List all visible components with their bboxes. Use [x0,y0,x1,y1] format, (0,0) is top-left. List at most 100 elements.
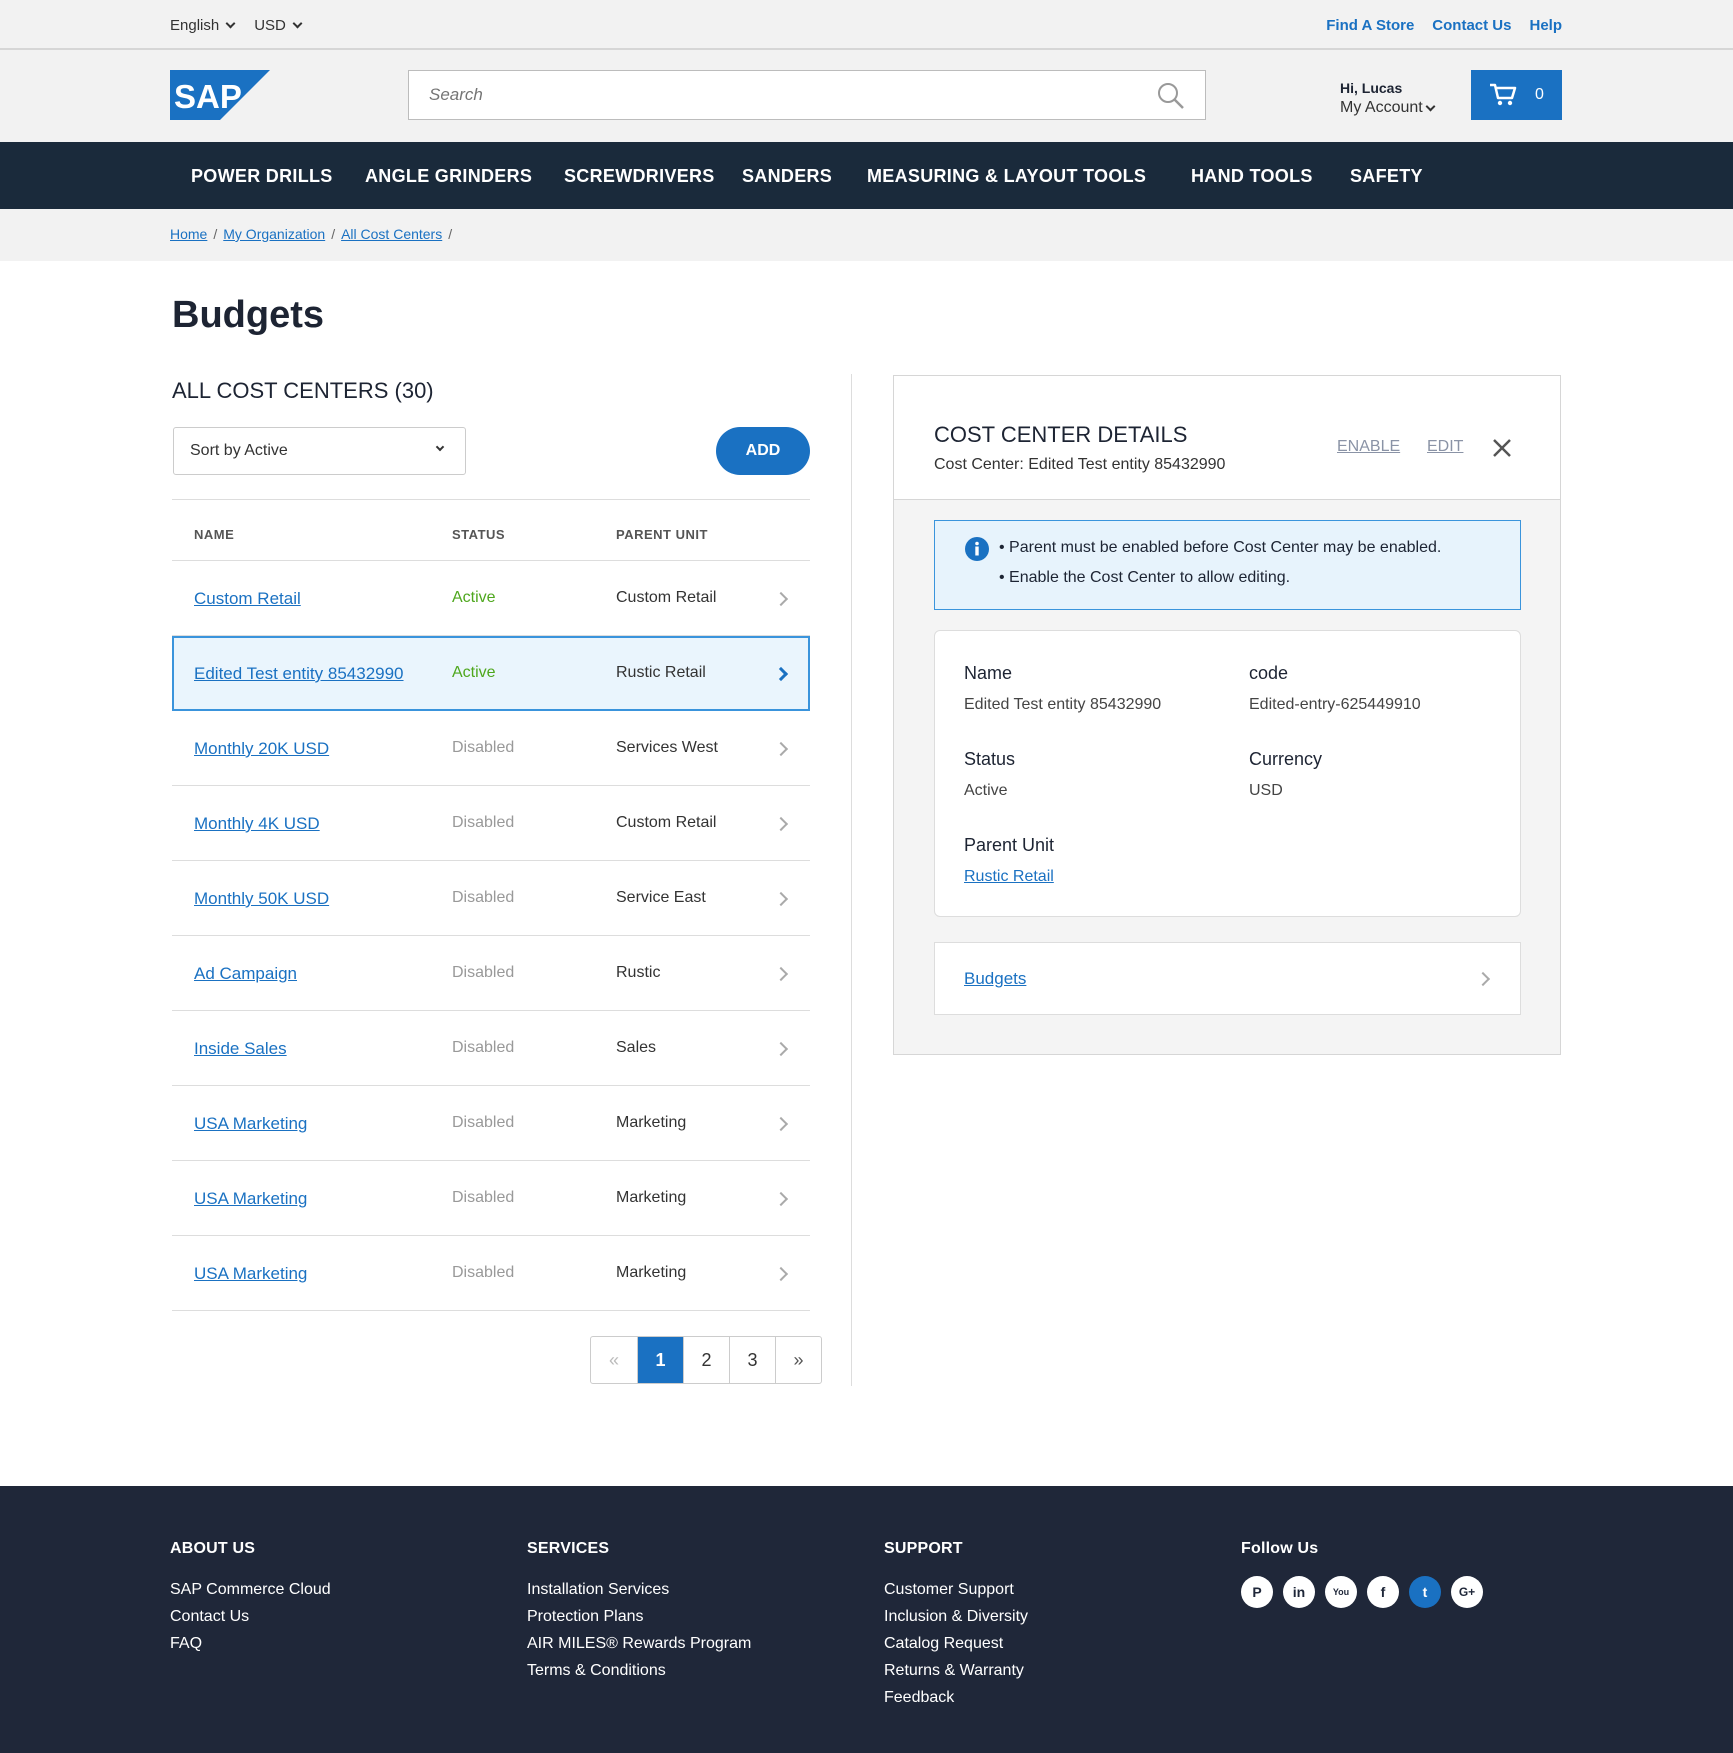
chevron-right-icon[interactable] [773,891,789,907]
footer-link[interactable]: Catalog Request [884,1630,1028,1657]
close-icon[interactable] [1490,436,1514,460]
row-parent-unit: Custom Retail [616,589,717,606]
nav-sanders[interactable]: SANDERS [742,166,832,187]
table-row[interactable]: Monthly 20K USD Disabled Services West [172,711,810,786]
row-name-link[interactable]: Monthly 4K USD [194,814,320,834]
column-header-parent-unit[interactable]: PARENT UNIT [616,527,708,542]
footer-link[interactable]: AIR MILES® Rewards Program [527,1630,751,1657]
twitter-icon[interactable]: t [1409,1576,1441,1608]
row-name-link[interactable]: Monthly 20K USD [194,739,329,759]
cart-icon [1490,83,1517,106]
google-plus-icon[interactable]: G+ [1451,1576,1483,1608]
chevron-right-icon[interactable] [773,1116,789,1132]
footer-link[interactable]: Inclusion & Diversity [884,1603,1028,1630]
row-status: Disabled [452,964,515,981]
table-row[interactable]: Monthly 50K USD Disabled Service East [172,861,810,936]
table-row[interactable]: Ad Campaign Disabled Rustic [172,936,810,1011]
chevron-right-icon[interactable] [773,1191,789,1207]
footer-link[interactable]: Terms & Conditions [527,1657,751,1684]
row-status: Disabled [452,889,515,906]
budgets-link[interactable]: Budgets [964,969,1026,989]
linkedin-icon[interactable]: in [1283,1576,1315,1608]
table-row[interactable]: Inside Sales Disabled Sales [172,1011,810,1086]
cost-center-details-panel: COST CENTER DETAILS Cost Center: Edited … [893,375,1561,1055]
footer-follow: Follow Us P in You f t G+ [1241,1540,1483,1608]
nav-power-drills[interactable]: POWER DRILLS [191,166,333,187]
column-header-name[interactable]: NAME [194,527,234,542]
row-name-link[interactable]: Edited Test entity 85432990 [194,664,404,684]
breadcrumb-my-organization[interactable]: My Organization [223,226,325,242]
cart-button[interactable]: 0 [1471,70,1562,120]
footer-support-title: SUPPORT [884,1540,963,1557]
pagination-prev[interactable]: « [591,1337,637,1383]
parent-unit-link[interactable]: Rustic Retail [964,868,1054,886]
table-row[interactable]: Custom Retail Active Custom Retail [172,561,810,636]
contact-us-link[interactable]: Contact Us [1432,17,1511,34]
footer-link[interactable]: Returns & Warranty [884,1657,1028,1684]
help-link[interactable]: Help [1529,17,1562,34]
table-row[interactable]: USA Marketing Disabled Marketing [172,1161,810,1236]
search-icon[interactable] [1157,82,1185,110]
sort-select[interactable]: Sort by Active [173,427,466,475]
pinterest-icon[interactable]: P [1241,1576,1273,1608]
breadcrumb-all-cost-centers[interactable]: All Cost Centers [341,226,442,242]
column-header-status[interactable]: STATUS [452,527,505,542]
code-value: Edited-entry-625449910 [1249,696,1421,713]
footer-link[interactable]: Contact Us [170,1603,331,1630]
facebook-icon[interactable]: f [1367,1576,1399,1608]
find-store-link[interactable]: Find A Store [1326,17,1414,34]
cost-centers-table: NAME STATUS PARENT UNIT Custom Retail Ac… [172,499,810,1311]
chevron-right-icon[interactable] [773,741,789,757]
search-input[interactable] [409,71,1109,119]
footer-link[interactable]: Customer Support [884,1576,1028,1603]
edit-button[interactable]: EDIT [1427,438,1463,456]
breadcrumb: Home / My Organization / All Cost Centers / [0,209,1733,261]
chevron-right-icon[interactable] [773,1266,789,1282]
nav-angle-grinders[interactable]: ANGLE GRINDERS [365,166,532,187]
breadcrumb-home[interactable]: Home [170,226,207,242]
table-row[interactable]: USA Marketing Disabled Marketing [172,1236,810,1311]
account-menu[interactable]: Hi, Lucas My Account [1340,80,1436,117]
footer-link[interactable]: FAQ [170,1630,331,1657]
chevron-down-icon [225,18,236,29]
pagination: « 1 2 3 » [590,1336,822,1384]
row-parent-unit: Marketing [616,1264,687,1281]
row-parent-unit: Rustic [616,964,661,981]
language-selector[interactable]: English [170,17,236,34]
budgets-link-card[interactable]: Budgets [934,942,1521,1015]
currency-selector[interactable]: USD [254,17,303,34]
add-button[interactable]: ADD [716,427,810,475]
status-label: Status [964,749,1016,769]
youtube-icon[interactable]: You [1325,1576,1357,1608]
table-row[interactable]: Monthly 4K USD Disabled Custom Retail [172,786,810,861]
pagination-next[interactable]: » [775,1337,821,1383]
table-row-selected[interactable]: Edited Test entity 85432990 Active Rusti… [172,636,810,711]
footer-about: ABOUT US SAP Commerce Cloud Contact Us F… [170,1540,331,1657]
footer-link[interactable]: SAP Commerce Cloud [170,1576,331,1603]
chevron-right-icon[interactable] [773,591,789,607]
sap-logo[interactable]: SAP [170,70,270,120]
nav-screwdrivers[interactable]: SCREWDRIVERS [564,166,715,187]
row-name-link[interactable]: USA Marketing [194,1114,307,1134]
row-name-link[interactable]: Ad Campaign [194,964,297,984]
nav-safety[interactable]: SAFETY [1350,166,1423,187]
nav-measuring-layout-tools[interactable]: MEASURING & LAYOUT TOOLS [867,166,1146,187]
enable-button[interactable]: ENABLE [1337,438,1400,456]
pagination-page-2[interactable]: 2 [683,1337,729,1383]
nav-hand-tools[interactable]: HAND TOOLS [1191,166,1313,187]
footer-link[interactable]: Protection Plans [527,1603,751,1630]
row-name-link[interactable]: Inside Sales [194,1039,287,1059]
row-name-link[interactable]: USA Marketing [194,1189,307,1209]
row-name-link[interactable]: USA Marketing [194,1264,307,1284]
chevron-right-icon[interactable] [773,1041,789,1057]
chevron-right-icon[interactable] [773,816,789,832]
chevron-right-icon[interactable] [773,666,789,682]
table-row[interactable]: USA Marketing Disabled Marketing [172,1086,810,1161]
chevron-right-icon[interactable] [773,966,789,982]
row-name-link[interactable]: Monthly 50K USD [194,889,329,909]
footer-link[interactable]: Installation Services [527,1576,751,1603]
pagination-page-1[interactable]: 1 [637,1337,683,1383]
footer-link[interactable]: Feedback [884,1684,1028,1711]
pagination-page-3[interactable]: 3 [729,1337,775,1383]
row-name-link[interactable]: Custom Retail [194,589,301,609]
